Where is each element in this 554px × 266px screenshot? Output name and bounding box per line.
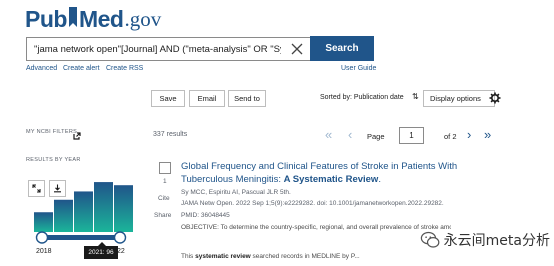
create-rss-link[interactable]: Create RSS: [106, 65, 143, 72]
article-authors: Sy MCC, Espiritu AI, Pascual JLR 5th.: [181, 189, 291, 196]
page-label: Page: [367, 132, 385, 141]
page-of-label: of 2: [444, 132, 457, 141]
result-number: 1: [163, 178, 167, 185]
share-button[interactable]: Share: [154, 212, 171, 219]
article-title-link[interactable]: Global Frequency and Clinical Features o…: [181, 160, 511, 186]
user-guide-link[interactable]: User Guide: [341, 65, 376, 72]
results-count: 337 results: [153, 131, 188, 138]
display-options-button[interactable]: Display options: [423, 90, 495, 107]
external-link-icon[interactable]: [73, 127, 81, 140]
year-range-track[interactable]: [42, 235, 122, 240]
year-bar-2020[interactable]: [74, 191, 93, 232]
article-pmid: PMID: 36048445: [181, 212, 230, 219]
snippet-highlight: systematic review: [195, 253, 251, 260]
create-alert-link[interactable]: Create alert: [63, 65, 100, 72]
gear-icon[interactable]: [489, 91, 501, 104]
results-by-year-heading: RESULTS BY YEAR: [26, 157, 81, 163]
wechat-icon: [420, 231, 440, 248]
search-input[interactable]: "jama network open"[Journal] AND ("meta-…: [26, 37, 310, 61]
article-abstract: OBJECTIVE: To determine the country-spec…: [181, 224, 451, 231]
download-icon: [54, 184, 61, 193]
sort-select[interactable]: Sorted by: Publication date: [320, 94, 404, 101]
email-button[interactable]: Email: [189, 90, 225, 107]
year-tooltip: 2021: 96: [84, 246, 118, 259]
watermark-text: 永云间meta分析: [443, 233, 550, 249]
year-range-start-handle[interactable]: [35, 231, 49, 244]
article-snippet: This systematic review searched records …: [181, 253, 360, 260]
year-range-start: 2018: [36, 248, 52, 255]
title-highlight: A Systematic Review: [283, 174, 379, 185]
result-checkbox[interactable]: [159, 162, 171, 174]
sort-order-icon[interactable]: ⇅: [412, 92, 419, 101]
send-to-button[interactable]: Send to: [228, 90, 266, 107]
snippet-post: searched records in MEDLINE by P...: [250, 253, 360, 260]
year-range-end: 22: [117, 248, 125, 255]
article-citation: JAMA Netw Open. 2022 Sep 1;5(9):e2229282…: [181, 200, 444, 207]
year-bar-2021[interactable]: [94, 182, 113, 232]
logo-gov-text: .gov: [124, 7, 162, 31]
clear-icon[interactable]: [290, 42, 304, 56]
my-ncbi-filters-heading: MY NCBI FILTERS: [26, 129, 78, 135]
last-page-icon[interactable]: »: [484, 128, 491, 142]
advanced-link[interactable]: Advanced: [26, 65, 57, 72]
search-query-text: "jama network open"[Journal] AND ("meta-…: [34, 43, 281, 55]
next-page-icon[interactable]: ›: [467, 128, 471, 142]
page-number-input[interactable]: 1: [399, 127, 424, 144]
expand-icon: [32, 184, 41, 193]
cite-button[interactable]: Cite: [158, 195, 170, 202]
first-page-icon[interactable]: «: [325, 128, 332, 142]
year-bar-2019[interactable]: [54, 199, 73, 232]
download-chart-button[interactable]: [49, 180, 66, 197]
prev-page-icon[interactable]: ‹: [348, 128, 352, 142]
search-button[interactable]: Search: [310, 36, 374, 61]
title-end: .: [378, 174, 381, 185]
snippet-pre: This: [181, 253, 196, 260]
expand-chart-button[interactable]: [28, 180, 45, 197]
pubmed-logo[interactable]: Pub Med .gov: [25, 6, 161, 36]
logo-med-text: Med: [78, 6, 124, 32]
year-bar-2022[interactable]: [114, 185, 133, 232]
save-button[interactable]: Save: [151, 90, 185, 107]
year-range-end-handle[interactable]: [113, 231, 127, 244]
year-bar-2018[interactable]: [34, 212, 53, 232]
watermark: 永云间meta分析: [420, 226, 550, 254]
bookmark-icon: [68, 7, 78, 29]
logo-pub-text: Pub: [25, 6, 67, 32]
